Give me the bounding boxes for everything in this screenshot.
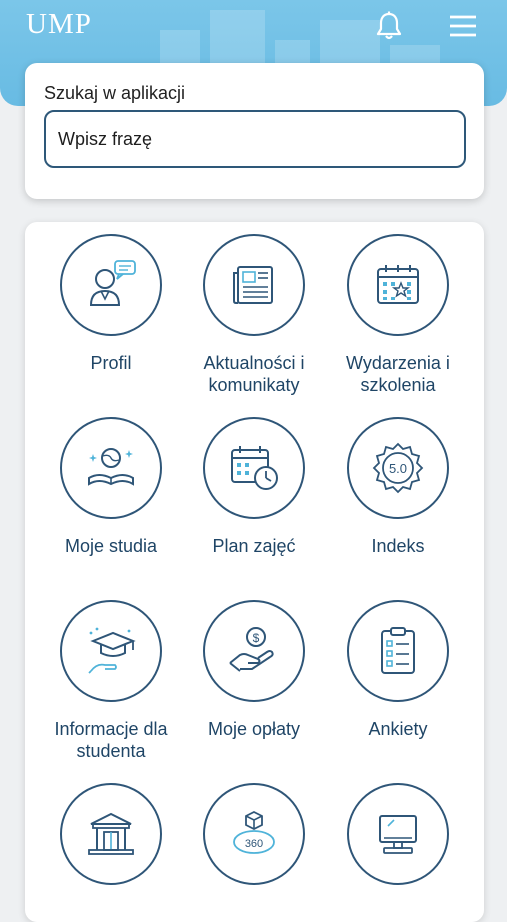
search-input[interactable] [44,110,466,168]
tile-label: Informacje dla studenta [54,719,168,761]
tile-indeks[interactable]: 5.0 Indeks [323,417,473,557]
graduation-cap-hand-icon [88,627,136,674]
user-chat-icon [89,260,136,306]
newspaper-icon [233,266,273,304]
tile-computer[interactable] [323,783,473,901]
hamburger-menu-icon[interactable] [447,11,479,41]
tile-label: Moje opłaty [207,719,301,739]
tile-label: Wydarzenia i szkolenia [346,353,450,395]
grade-badge-icon: 5.0 [372,442,424,494]
tour-360-text: 360 [245,838,263,850]
tile-wydarzenia[interactable]: Wydarzenia i szkolenia [323,234,473,396]
calendar-star-icon [377,265,419,304]
clipboard-checklist-icon [381,627,415,674]
feature-grid: Profil Aktualności i komunikaty Wydarzen… [25,222,484,922]
ump-logo[interactable]: UMP [26,8,92,41]
coin-hand-icon: $ [229,627,274,672]
tile-library[interactable] [36,783,186,901]
tile-label: Moje studia [64,536,158,556]
search-label: Szukaj w aplikacji [44,83,186,103]
grade-value: 5.0 [389,461,407,476]
tile-plan-zajec[interactable]: Plan zajęć [179,417,329,557]
tile-label: Profil [90,353,132,373]
library-building-icon [88,812,134,855]
tile-label: Indeks [371,536,425,556]
svg-text:$: $ [253,631,260,645]
tile-label: Plan zajęć [212,536,296,556]
book-globe-icon [88,448,134,486]
tile-moje-studia[interactable]: Moje studia [36,417,186,557]
tile-moje-oplaty[interactable]: $ Moje opłaty [179,600,329,740]
tile-virtual-tour[interactable]: 360 [179,783,329,901]
search-card: Szukaj w aplikacji [25,63,484,199]
tile-label: Aktualności i komunikaty [203,353,305,395]
tile-label: Ankiety [368,719,428,739]
virtual-tour-360-icon: 360 [233,810,275,854]
tile-profil[interactable]: Profil [36,234,186,374]
tile-ankiety[interactable]: Ankiety [323,600,473,740]
tile-informacje[interactable]: Informacje dla studenta [36,600,186,762]
calendar-clock-icon [231,446,278,490]
bell-icon[interactable] [373,10,405,42]
tile-aktualnosci[interactable]: Aktualności i komunikaty [179,234,329,396]
computer-icon [379,815,417,854]
